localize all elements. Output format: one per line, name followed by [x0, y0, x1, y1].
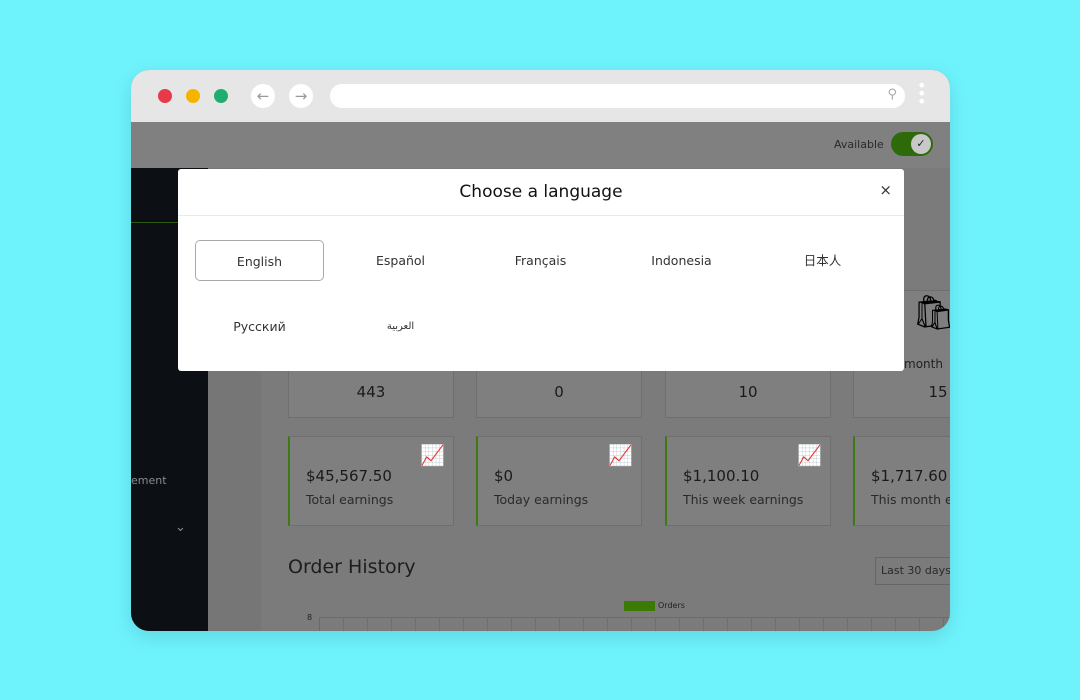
close-dot[interactable] — [158, 89, 172, 103]
earnings-card: 📈 $1,100.10 This week earnings — [665, 436, 831, 526]
legend-label: Orders — [658, 601, 685, 610]
language-option-english[interactable]: English — [195, 240, 324, 281]
available-toggle[interactable]: ✓ — [891, 132, 933, 156]
earnings-card: 📈 $45,567.50 Total earnings — [288, 436, 454, 526]
language-option-russian[interactable]: Русский — [195, 306, 324, 347]
earnings-label: This week earnings — [683, 492, 804, 507]
growth-chart-icon: 📈 — [608, 443, 633, 467]
earnings-card: $1,717.60 This month earnings — [853, 436, 950, 526]
growth-chart-icon: 📈 — [420, 443, 445, 467]
url-bar[interactable]: ⚲ — [330, 84, 905, 108]
available-label: Available — [834, 138, 884, 151]
forward-icon[interactable]: → — [289, 84, 313, 108]
kebab-menu-icon[interactable]: • • • — [917, 78, 926, 110]
stat-value: 0 — [554, 383, 564, 401]
earnings-label: Total earnings — [306, 492, 394, 507]
check-icon: ✓ — [911, 134, 931, 154]
earnings-card: 📈 $0 Today earnings — [476, 436, 642, 526]
browser-window: ← → ⚲ • • • Available ✓ ement ⌄ 443 0 10 🛍… — [131, 70, 950, 631]
earnings-label: Today earnings — [494, 492, 589, 507]
maximize-dot[interactable] — [214, 89, 228, 103]
growth-chart-icon: 📈 — [797, 443, 822, 467]
earnings-amount: $45,567.50 — [306, 467, 392, 485]
modal-title: Choose a language — [178, 169, 904, 216]
legend-swatch[interactable] — [624, 601, 655, 611]
chevron-down-icon[interactable]: ⌄ — [175, 520, 186, 535]
stat-value: 10 — [738, 383, 758, 401]
close-icon[interactable]: × — [879, 181, 892, 199]
back-icon[interactable]: ← — [251, 84, 275, 108]
browser-chrome: ← → ⚲ • • • — [131, 70, 950, 122]
stat-value: 443 — [356, 383, 386, 401]
earnings-amount: $1,717.60 — [871, 467, 948, 485]
earnings-label: This month earnings — [871, 492, 950, 507]
stat-value: 15 — [928, 383, 948, 401]
order-history-title: Order History — [288, 556, 416, 578]
language-option-japanese[interactable]: 日本人 — [758, 240, 887, 281]
chart-grid — [319, 617, 950, 631]
y-tick: 8 — [307, 613, 313, 622]
language-option-arabic[interactable]: العربية — [336, 306, 465, 347]
language-option-indonesian[interactable]: Indonesia — [617, 240, 746, 281]
earnings-amount: $0 — [494, 467, 514, 485]
minimize-dot[interactable] — [186, 89, 200, 103]
language-option-french[interactable]: Français — [476, 240, 605, 281]
search-icon: ⚲ — [887, 87, 897, 102]
food-bag-icon: 🛍 — [912, 293, 950, 333]
sidebar-item[interactable]: ement — [131, 474, 167, 487]
earnings-amount: $1,100.10 — [683, 467, 760, 485]
stat-label: month — [904, 357, 943, 371]
language-modal: Choose a language × English Español Fran… — [178, 169, 904, 371]
top-bar: Available ✓ — [131, 122, 950, 168]
language-option-spanish[interactable]: Español — [336, 240, 465, 281]
range-dropdown[interactable]: Last 30 days — [875, 557, 950, 585]
